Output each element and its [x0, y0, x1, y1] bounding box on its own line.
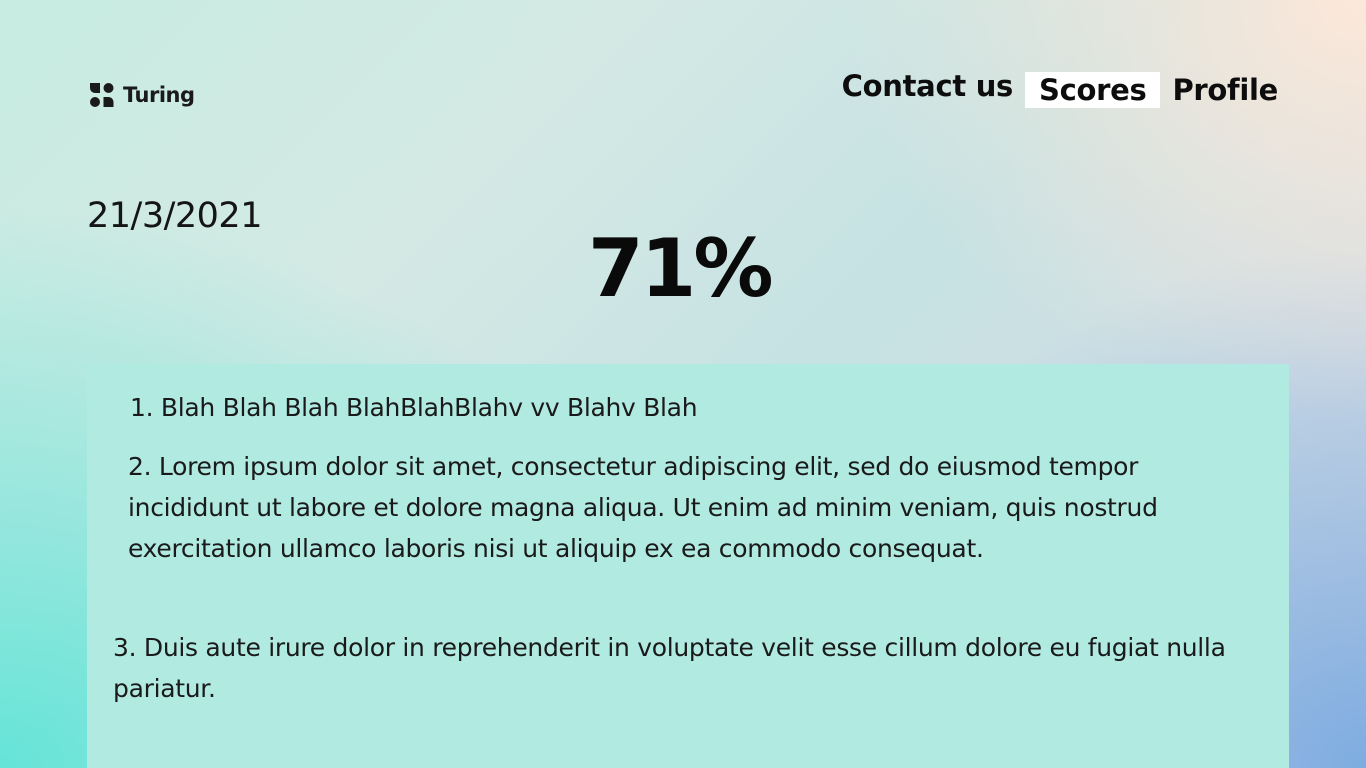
- nav-contact-us[interactable]: Contact us: [842, 69, 1014, 103]
- feedback-item: 3. Duis aute irure dolor in reprehenderi…: [113, 633, 1226, 703]
- turing-logo-icon: [87, 81, 117, 109]
- brand-name: Turing: [123, 83, 195, 107]
- feedback-item: 2. Lorem ipsum dolor sit amet, consectet…: [128, 452, 1158, 563]
- feedback-panel: 1. Blah Blah Blah BlahBlahBlahv vv Blahv…: [87, 364, 1289, 768]
- nav-scores[interactable]: Scores: [1025, 72, 1161, 108]
- brand-logo[interactable]: Turing: [87, 80, 195, 110]
- nav-profile[interactable]: Profile: [1172, 73, 1278, 107]
- score-percentage: 71%: [588, 222, 773, 315]
- feedback-item: 1. Blah Blah Blah BlahBlahBlahv vv Blahv…: [130, 393, 698, 422]
- score-date: 21/3/2021: [87, 196, 262, 236]
- top-nav: Contact us Scores Profile: [842, 69, 1278, 108]
